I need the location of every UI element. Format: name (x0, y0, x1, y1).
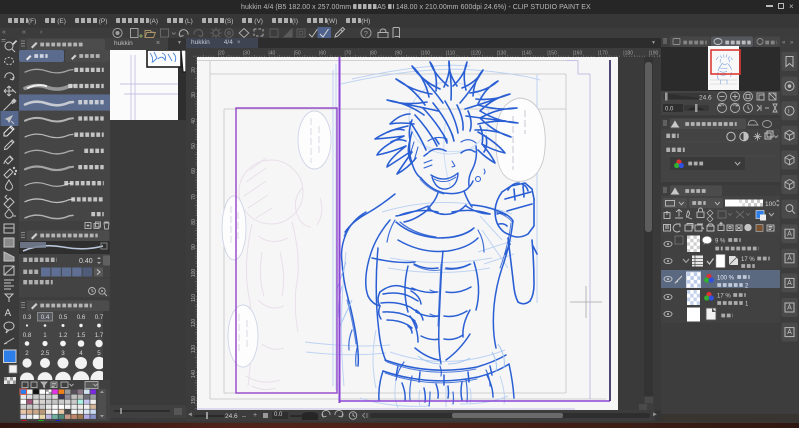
svg-text:A: A (5, 308, 12, 319)
svg-text:17 %: 17 % (717, 294, 731, 300)
svg-text:4: 4 (79, 350, 83, 357)
svg-text:100: 100 (765, 201, 776, 208)
svg-text:0.7: 0.7 (95, 314, 104, 321)
svg-text:3: 3 (61, 350, 65, 357)
svg-text:5: 5 (97, 350, 101, 357)
svg-text:1: 1 (43, 332, 47, 339)
svg-text:100 %: 100 % (717, 276, 735, 282)
svg-text:0.40: 0.40 (79, 258, 93, 265)
svg-text:«: « (782, 40, 786, 46)
svg-text:?: ? (364, 29, 368, 38)
svg-text:0.5: 0.5 (59, 314, 68, 321)
svg-text:2: 2 (25, 350, 29, 357)
svg-text:0.6: 0.6 (77, 314, 86, 321)
svg-text:2.5: 2.5 (41, 350, 50, 357)
svg-text:0.3: 0.3 (23, 314, 32, 321)
svg-text:1.5: 1.5 (77, 332, 86, 339)
svg-text:24.6: 24.6 (699, 95, 712, 102)
svg-text:9 %: 9 % (715, 239, 726, 245)
svg-text:0.4: 0.4 (41, 314, 50, 321)
svg-text:17 %: 17 % (741, 257, 755, 263)
svg-text:1.7: 1.7 (95, 332, 104, 339)
svg-text:0.8: 0.8 (23, 332, 32, 339)
svg-text:1.2: 1.2 (59, 332, 68, 339)
svg-text:0.0: 0.0 (665, 107, 674, 113)
svg-text:»: » (790, 40, 794, 46)
